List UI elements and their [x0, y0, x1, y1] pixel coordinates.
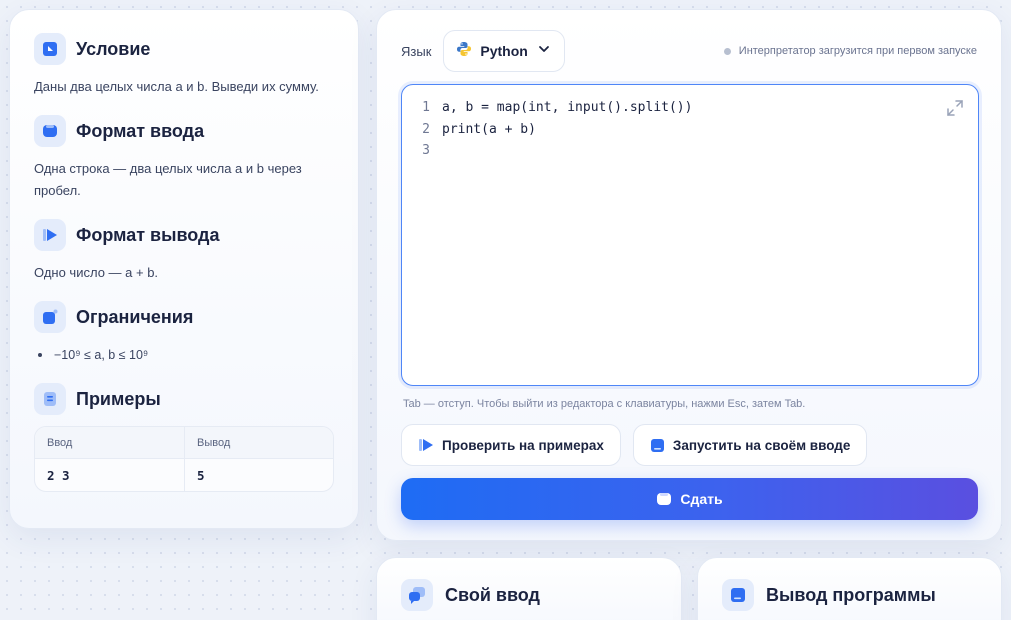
run-custom-input-label: Запустить на своём вводе: [672, 437, 851, 453]
column-header-input: Ввод: [47, 436, 73, 449]
terminal-icon: [722, 579, 754, 611]
code-text: print(a + b): [442, 121, 536, 137]
code-editor[interactable]: 1 a, b = map(int, input().split()) 2 pri…: [401, 84, 979, 386]
terminal-icon: [650, 438, 665, 453]
constraints-header: Ограничения: [34, 300, 334, 334]
column-header-output: Вывод: [184, 427, 333, 458]
line-number: 1: [422, 100, 430, 116]
language-select[interactable]: Python: [443, 30, 566, 72]
submit-label: Сдать: [680, 491, 723, 507]
check-examples-label: Проверить на примерах: [442, 437, 604, 453]
play-icon: [34, 219, 66, 251]
play-icon: [418, 438, 434, 452]
problem-statement-card: Условие Даны два целых числа a и b. Выве…: [9, 9, 359, 529]
program-output-header: Вывод программы: [722, 578, 977, 612]
edit-icon: [34, 301, 66, 333]
run-custom-input-button[interactable]: Запустить на своём вводе: [632, 424, 868, 466]
interpreter-status: Интерпретатор загрузится при первом запу…: [723, 45, 977, 57]
editor-hint: Tab — отступ. Чтобы выйти из редактора с…: [403, 398, 806, 410]
custom-input-title: Свой ввод: [445, 584, 540, 605]
table-row: 2 3 5: [35, 459, 333, 491]
interpreter-hint: Интерпретатор загрузится при первом запу…: [738, 45, 977, 57]
input-format-header: Формат ввода: [34, 114, 334, 148]
fullscreen-icon[interactable]: [946, 99, 964, 117]
examples-title: Примеры: [76, 388, 161, 409]
chat-icon: [401, 579, 433, 611]
code-text: a, b = map(int, input().split()): [442, 100, 693, 116]
constraint-item: −10⁹ ≤ a, b ≤ 10⁹: [34, 344, 334, 366]
editor-card: Язык Python Интерпретатор загрузится при…: [376, 9, 1002, 541]
input-format-text: Одна строка — два целых числа a и b чере…: [34, 161, 302, 198]
output-format-header: Формат вывода: [34, 218, 334, 252]
selected-language: Python: [480, 43, 528, 59]
action-buttons: Проверить на примерах Запустить на своём…: [401, 424, 977, 466]
status-dot-icon: [723, 47, 731, 55]
program-output-card: Вывод программы: [697, 557, 1002, 620]
examples-table: Ввод Вывод 2 3 5: [34, 426, 334, 492]
example-output-cell: 5: [184, 459, 333, 491]
program-output-title: Вывод программы: [766, 584, 936, 605]
code-line: 1 a, b = map(int, input().split()): [402, 97, 978, 119]
examples-header: Примеры: [34, 382, 334, 416]
output-format-text: Одно число — a + b.: [34, 265, 159, 280]
line-number: 3: [422, 143, 430, 159]
document-icon: [34, 33, 66, 65]
examples-header-row: Ввод Вывод: [35, 427, 333, 459]
chevron-down-icon: [538, 42, 550, 60]
custom-input-card: Свой ввод: [376, 557, 682, 620]
language-label: Язык: [401, 43, 432, 59]
custom-input-header: Свой ввод: [401, 578, 657, 612]
condition-header: Условие: [34, 32, 334, 66]
condition-title: Условие: [76, 38, 151, 59]
send-icon: [656, 492, 672, 506]
output-format-title: Формат вывода: [76, 224, 220, 245]
condition-text: Даны два целых числа a и b. Выведи их су…: [34, 79, 319, 94]
line-number: 2: [422, 121, 430, 137]
example-input-cell: 2 3: [47, 467, 70, 483]
check-examples-button[interactable]: Проверить на примерах: [401, 424, 621, 466]
input-format-title: Формат ввода: [76, 120, 205, 141]
code-line: 2 print(a + b): [402, 119, 978, 141]
code-line: 3: [402, 140, 978, 162]
constraints-list: −10⁹ ≤ a, b ≤ 10⁹: [34, 344, 334, 366]
constraints-title: Ограничения: [76, 306, 194, 327]
python-logo-icon: [456, 41, 472, 62]
inbox-icon: [34, 115, 66, 147]
submit-button[interactable]: Сдать: [401, 478, 978, 520]
clipboard-icon: [34, 383, 66, 415]
editor-toolbar: Язык Python Интерпретатор загрузится при…: [401, 30, 977, 72]
